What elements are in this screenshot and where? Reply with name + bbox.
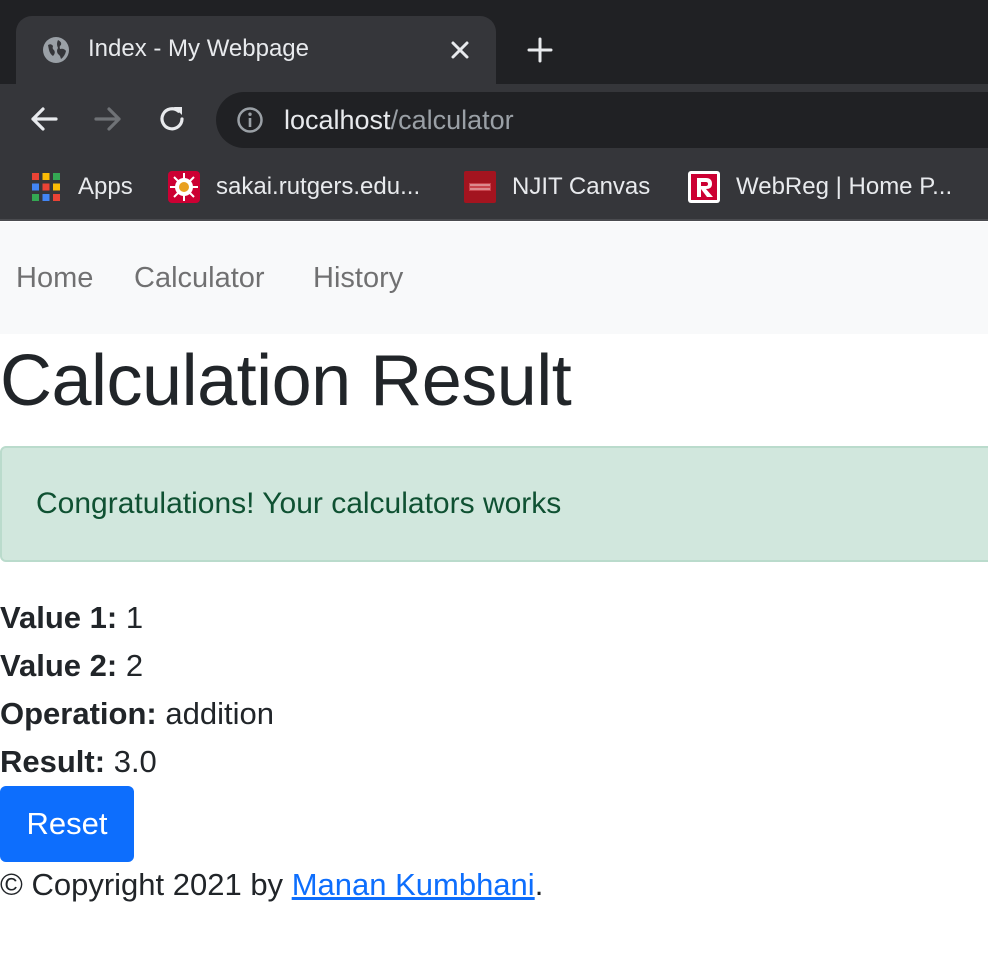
bookmark-label: WebReg | Home P... [736,173,953,200]
bookmark-sakai[interactable]: sakai.rutgers.edu... [168,170,420,204]
value2-label: Value 2: [0,648,118,683]
result-value: 3.0 [113,744,157,779]
browser-toolbar: localhost/calculator [0,84,988,154]
sakai-icon [168,171,200,203]
globe-icon [43,37,69,63]
reload-icon[interactable] [154,101,190,137]
browser-tab-strip: Index - My Webpage [0,0,988,84]
tab-title: Index - My Webpage [88,35,310,62]
apps-grid-icon [32,173,60,201]
bookmark-webreg[interactable]: WebReg | Home P... [688,170,952,204]
value1-value: 1 [125,600,144,635]
value2-value: 2 [125,648,144,683]
url-path: /calculator [390,105,514,135]
bookmark-apps[interactable]: Apps [30,170,133,204]
njit-icon [464,171,496,203]
result-line: Result: 3.0 [0,744,157,780]
browser-tab[interactable]: Index - My Webpage [16,16,496,84]
close-icon[interactable] [448,38,472,62]
value1-label: Value 1: [0,600,118,635]
footer-period: . [534,867,544,902]
nav-link-calculator[interactable]: Calculator [134,262,265,295]
result-label: Result: [0,744,106,779]
reset-button[interactable]: Reset [0,786,134,862]
value1-line: Value 1: 1 [0,600,143,636]
page-title: Calculation Result [0,341,572,421]
bookmark-njit-canvas[interactable]: NJIT Canvas [464,170,650,204]
back-arrow-icon[interactable] [26,101,62,137]
address-bar[interactable]: localhost/calculator [216,92,988,148]
author-link[interactable]: Manan Kumbhani [292,867,535,902]
site-navbar: Home Calculator History [0,222,988,334]
nav-link-home[interactable]: Home [16,262,93,295]
url-text: localhost/calculator [284,105,514,136]
bookmark-label: NJIT Canvas [512,173,651,200]
bookmarks-bar: Apps sakai.rutgers.edu... NJIT Canvas We… [0,154,988,221]
operation-line: Operation: addition [0,696,274,732]
value2-line: Value 2: 2 [0,648,143,684]
operation-label: Operation: [0,696,157,731]
operation-value: addition [165,696,274,731]
info-icon[interactable] [236,106,264,134]
success-alert: Congratulations! Your calculators works [0,446,988,562]
nav-link-history[interactable]: History [313,262,403,295]
url-host: localhost [284,105,391,135]
footer-copyright: © Copyright 2021 by Manan Kumbhani. [0,867,543,903]
forward-arrow-icon[interactable] [90,101,126,137]
bookmark-label: Apps [78,173,133,200]
copyright-text: © Copyright 2021 by [0,867,284,902]
bookmark-label: sakai.rutgers.edu... [216,173,421,200]
alert-message: Congratulations! Your calculators works [36,487,562,520]
webreg-icon [688,171,720,203]
new-tab-icon[interactable] [524,34,556,66]
